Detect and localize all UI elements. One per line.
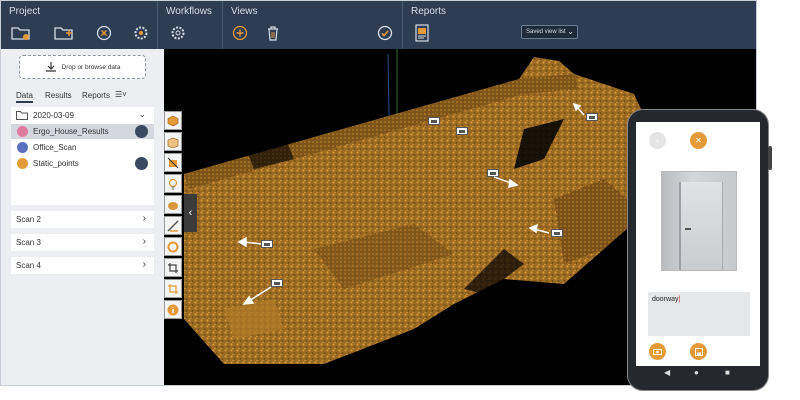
- tree-item-static-points[interactable]: Static_points: [11, 156, 154, 171]
- nav-recents-icon[interactable]: ■: [725, 368, 730, 377]
- scan-row-label: Scan 3: [16, 238, 41, 247]
- nav-back-icon[interactable]: ◀: [664, 368, 670, 377]
- download-icon: [45, 62, 56, 72]
- info-icon[interactable]: [164, 300, 182, 319]
- frame-icon[interactable]: [164, 279, 182, 298]
- nav-home-icon[interactable]: ●: [694, 368, 699, 377]
- ribbon-group-title: Workflows: [166, 6, 212, 17]
- door-image: [679, 182, 723, 270]
- ribbon-group-title: Project: [9, 6, 41, 17]
- note-input[interactable]: doorway|: [648, 292, 750, 336]
- ribbon-group-project: Project: [1, 1, 158, 49]
- scan-row[interactable]: Scan 3 ›: [11, 234, 154, 251]
- photo-marker-icon[interactable]: [551, 229, 563, 237]
- tree-item-office-scan[interactable]: Office_Scan: [11, 140, 154, 155]
- drop-or-browse-zone[interactable]: Drop or browse data: [19, 55, 146, 79]
- tab-data[interactable]: Data: [16, 91, 33, 103]
- tab-results[interactable]: Results: [45, 91, 72, 100]
- open-project-icon[interactable]: [54, 23, 74, 43]
- view-badge-icon[interactable]: [135, 125, 148, 138]
- folder-icon: [16, 111, 28, 120]
- delete-view-icon[interactable]: [263, 23, 283, 43]
- ribbon-group-reports: Reports: [403, 1, 756, 49]
- phone-side-button: [768, 146, 772, 170]
- chevron-down-icon[interactable]: ⌄: [138, 109, 146, 120]
- points-icon: [17, 158, 28, 169]
- photo-marker-icon[interactable]: [261, 240, 273, 248]
- tree-item-label: Ergo_House_Results: [33, 127, 109, 136]
- close-icon: ✕: [695, 136, 702, 145]
- light-bulb-icon[interactable]: [164, 174, 182, 193]
- orbit-icon[interactable]: [164, 237, 182, 256]
- chevron-left-icon: ‹: [188, 207, 193, 219]
- note-text: doorway: [652, 296, 679, 303]
- photo-marker-icon[interactable]: [456, 127, 468, 135]
- scan-row-label: Scan 2: [16, 215, 41, 224]
- tree-item-results[interactable]: Ergo_House_Results: [11, 124, 154, 139]
- point-cloud-icon[interactable]: [164, 195, 182, 214]
- collapse-panel-handle[interactable]: ‹: [184, 194, 197, 232]
- tab-reports[interactable]: Reports: [82, 91, 110, 100]
- ribbon-group-workflows: Workflows: [158, 1, 223, 49]
- view-badge-icon[interactable]: [135, 157, 148, 170]
- report-document-icon[interactable]: [412, 23, 432, 43]
- panel-tabs: Data Results Reports ☰˅: [11, 90, 154, 105]
- chevron-right-icon: ›: [142, 259, 146, 270]
- viewport-toolbar: [164, 111, 184, 321]
- android-nav-bar: ◀ ● ■: [628, 366, 768, 380]
- camera-icon: [653, 349, 662, 355]
- tree-item-label: 2020-03-09: [33, 111, 74, 120]
- new-project-icon[interactable]: [11, 23, 31, 43]
- ribbon-group-title: Views: [231, 6, 258, 17]
- tree-item-label: Static_points: [33, 159, 79, 168]
- tree-item-folder[interactable]: 2020-03-09 ⌄: [11, 108, 154, 123]
- add-view-icon[interactable]: [230, 23, 250, 43]
- clip-icon[interactable]: [164, 258, 182, 277]
- measure-icon[interactable]: [164, 216, 182, 235]
- scan-row-label: Scan 4: [16, 261, 41, 270]
- photo-marker-icon[interactable]: [271, 279, 283, 287]
- close-button[interactable]: ✕: [690, 132, 707, 149]
- camera-button[interactable]: [649, 343, 666, 360]
- scan-row[interactable]: Scan 2 ›: [11, 211, 154, 228]
- ribbon-group-views: Views Saved view list ⌄: [223, 1, 578, 49]
- back-button[interactable]: ‹: [649, 132, 666, 149]
- door-handle: [685, 228, 691, 230]
- back-icon: ‹: [656, 136, 659, 145]
- close-project-icon[interactable]: [94, 23, 114, 43]
- captured-photo[interactable]: [661, 171, 737, 271]
- dropzone-label: Drop or browse data: [61, 63, 121, 71]
- chevron-right-icon: ›: [142, 236, 146, 247]
- photo-marker-icon[interactable]: [487, 169, 499, 177]
- results-icon: [17, 126, 28, 137]
- mobile-device: ‹ ✕ doorway| ◀ ● ■: [627, 109, 772, 391]
- photo-marker-icon[interactable]: [586, 113, 598, 121]
- phone-screen: ‹ ✕ doorway|: [636, 122, 760, 366]
- data-panel: Drop or browse data Data Results Reports…: [1, 49, 164, 385]
- text-cursor: |: [678, 296, 681, 303]
- scan-icon: [17, 142, 28, 153]
- save-button[interactable]: [690, 343, 707, 360]
- data-tree: 2020-03-09 ⌄ Ergo_House_Results Office_S…: [11, 107, 154, 205]
- menu-icon[interactable]: ☰˅: [115, 90, 127, 99]
- cube-view-icon[interactable]: [164, 111, 182, 130]
- crop-box-icon[interactable]: [164, 153, 182, 172]
- ribbon-toolbar: Project Workflows Views Saved view list …: [1, 1, 756, 49]
- workflow-settings-icon[interactable]: [168, 23, 188, 43]
- save-icon: [694, 347, 703, 356]
- photo-marker-icon[interactable]: [428, 117, 440, 125]
- box-view-icon[interactable]: [164, 132, 182, 151]
- project-settings-icon[interactable]: [131, 23, 151, 43]
- apply-view-icon[interactable]: [375, 23, 395, 43]
- ribbon-group-title: Reports: [411, 6, 447, 17]
- scan-row[interactable]: Scan 4 ›: [11, 257, 154, 274]
- tree-item-label: Office_Scan: [33, 143, 77, 152]
- chevron-right-icon: ›: [142, 213, 146, 224]
